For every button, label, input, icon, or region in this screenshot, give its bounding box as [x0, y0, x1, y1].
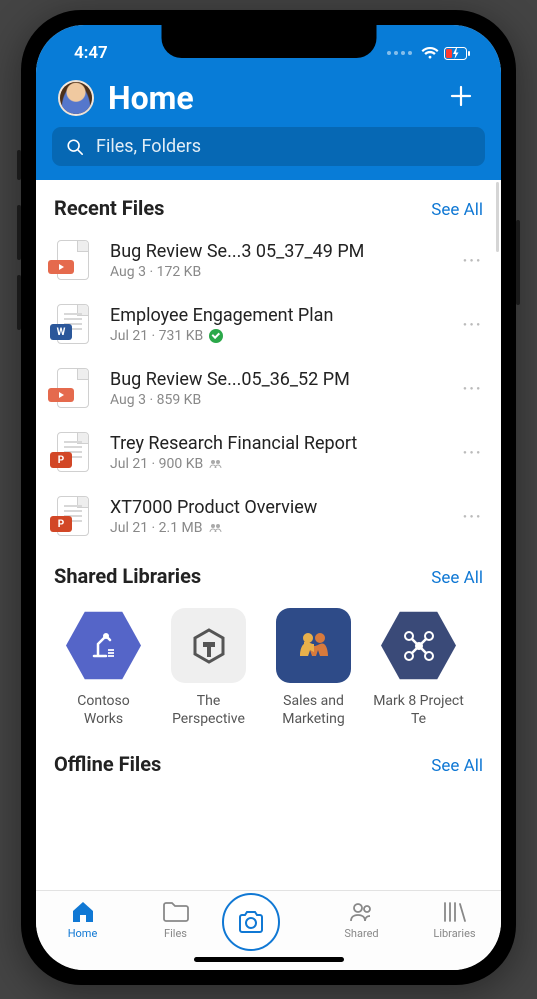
word-file-icon: W: [54, 302, 92, 346]
more-button[interactable]: ●●●: [457, 249, 489, 272]
notch: [161, 25, 376, 58]
tab-libraries[interactable]: Libraries: [408, 899, 501, 940]
more-button[interactable]: ●●●: [457, 441, 489, 464]
library-name: The Perspective: [161, 693, 256, 728]
shared-icon: [209, 522, 223, 533]
file-meta: Jul 21 · 2.1 MB: [110, 520, 203, 536]
tab-shared[interactable]: Shared: [315, 899, 408, 940]
file-meta: Aug 3 · 172 KB: [110, 264, 457, 280]
library-icon: [381, 608, 456, 683]
content-scroll[interactable]: Recent Files See All Bug Review Se...3 0…: [36, 180, 501, 890]
shared-libraries-header: Shared Libraries See All: [36, 548, 501, 596]
power-button: [516, 220, 520, 305]
search-input[interactable]: Files, Folders: [52, 127, 485, 166]
file-row[interactable]: W Employee Engagement Plan Jul 21 · 731 …: [36, 292, 501, 356]
page-title: Home: [108, 79, 443, 117]
file-row[interactable]: Bug Review Se...05_36_52 PM Aug 3 · 859 …: [36, 356, 501, 420]
synced-icon: [209, 329, 223, 343]
camera-icon: [237, 910, 265, 934]
more-button[interactable]: ●●●: [457, 505, 489, 528]
home-icon: [70, 900, 96, 924]
title-row: Home: [36, 67, 501, 127]
tab-label: Files: [129, 927, 222, 940]
search-placeholder: Files, Folders: [96, 136, 201, 157]
status-indicators: [387, 47, 471, 60]
volume-up-button: [17, 205, 21, 260]
library-icon: [276, 608, 351, 683]
tab-label: Libraries: [408, 927, 501, 940]
screen: 4:47: [36, 25, 501, 970]
mute-switch: [17, 150, 21, 180]
t-logo-icon: [187, 624, 231, 668]
battery-charging-icon: [444, 47, 471, 60]
more-button[interactable]: ●●●: [457, 377, 489, 400]
more-button[interactable]: ●●●: [457, 313, 489, 336]
offline-files-header: Offline Files See All: [36, 736, 501, 784]
file-name: XT7000 Product Overview: [110, 497, 457, 518]
recent-see-all-link[interactable]: See All: [431, 200, 483, 220]
library-item[interactable]: The Perspective: [161, 608, 256, 728]
file-row[interactable]: Bug Review Se...3 05_37_49 PM Aug 3 · 17…: [36, 228, 501, 292]
file-name: Bug Review Se...05_36_52 PM: [110, 369, 457, 390]
recent-files-title: Recent Files: [54, 196, 164, 220]
offline-files-title: Offline Files: [54, 752, 161, 776]
tab-label: Home: [36, 927, 129, 940]
file-meta: Aug 3 · 859 KB: [110, 392, 457, 408]
file-meta: Jul 21 · 900 KB: [110, 456, 203, 472]
tab-files[interactable]: Files: [129, 899, 222, 940]
powerpoint-file-icon: P: [54, 494, 92, 538]
powerpoint-file-icon: P: [54, 430, 92, 474]
library-name: Sales and Marketing: [266, 693, 361, 728]
file-name: Bug Review Se...3 05_37_49 PM: [110, 241, 457, 262]
shared-icon: [209, 458, 223, 469]
recording-file-icon: [54, 238, 92, 282]
file-meta: Jul 21 · 731 KB: [110, 328, 203, 344]
libraries-see-all-link[interactable]: See All: [431, 568, 483, 588]
volume-down-button: [17, 275, 21, 330]
shared-libraries-title: Shared Libraries: [54, 564, 201, 588]
recording-file-icon: [54, 366, 92, 410]
file-name: Employee Engagement Plan: [110, 305, 457, 326]
handshake-people-icon: [290, 622, 338, 670]
tab-home[interactable]: Home: [36, 899, 129, 940]
avatar[interactable]: [58, 80, 94, 116]
tab-camera[interactable]: [222, 899, 315, 951]
file-row[interactable]: P XT7000 Product Overview Jul 21 · 2.1 M…: [36, 484, 501, 548]
home-indicator[interactable]: [194, 957, 344, 962]
library-item[interactable]: Contoso Works: [56, 608, 151, 728]
library-name: Mark 8 Project Te: [371, 693, 466, 728]
folder-icon: [162, 901, 190, 923]
offline-see-all-link[interactable]: See All: [431, 756, 483, 776]
recent-files-header: Recent Files See All: [36, 180, 501, 228]
file-row[interactable]: P Trey Research Financial Report Jul 21 …: [36, 420, 501, 484]
library-icon: [171, 608, 246, 683]
status-time: 4:47: [74, 43, 108, 63]
tab-bar: Home Files: [36, 890, 501, 970]
plus-icon: [449, 84, 473, 108]
libraries-row[interactable]: Contoso Works The Perspective: [36, 596, 501, 736]
library-name: Contoso Works: [56, 693, 151, 728]
drone-icon: [399, 626, 439, 666]
robot-arm-icon: [84, 626, 124, 666]
phone-frame: 4:47: [21, 10, 516, 985]
file-name: Trey Research Financial Report: [110, 433, 457, 454]
tab-label: Shared: [315, 927, 408, 940]
search-icon: [66, 138, 84, 156]
people-icon: [348, 901, 376, 923]
library-icon: [66, 608, 141, 683]
add-button[interactable]: [443, 81, 479, 116]
library-item[interactable]: Sales and Marketing: [266, 608, 361, 728]
wifi-icon: [421, 47, 439, 60]
libraries-icon: [442, 901, 468, 923]
camera-button[interactable]: [222, 893, 280, 951]
library-item[interactable]: Mark 8 Project Te: [371, 608, 466, 728]
